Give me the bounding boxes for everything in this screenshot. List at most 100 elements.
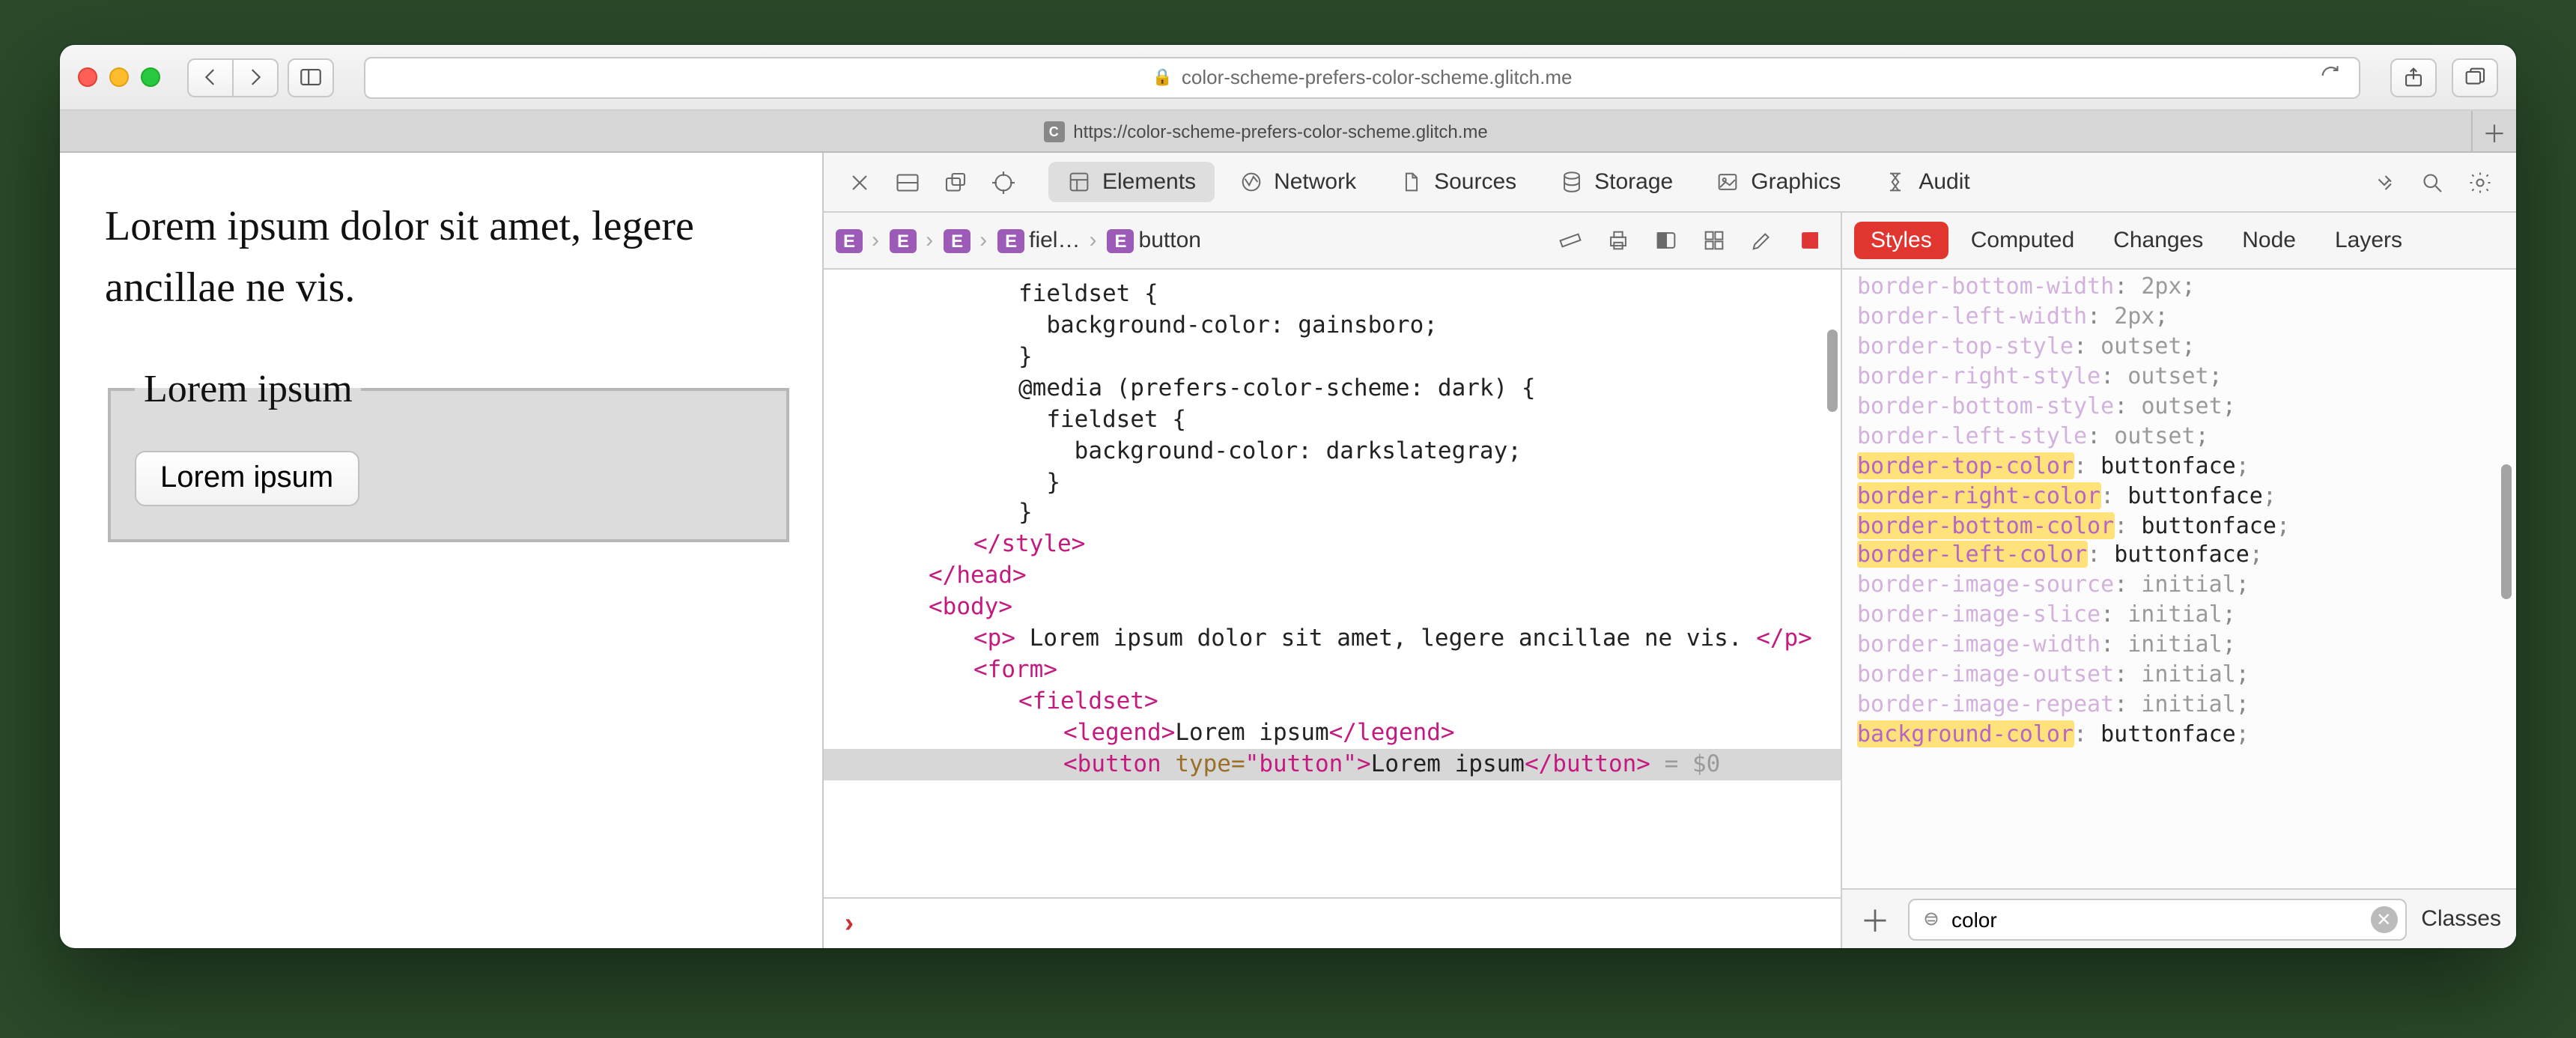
settings-gear-icon[interactable] [2459,161,2501,203]
tab-audit-label: Audit [1919,169,1969,195]
dom-line[interactable]: fieldset { [824,404,1841,435]
dom-tree[interactable]: fieldset { background-color: gainsboro; … [824,270,1841,897]
compositing-icon[interactable] [1790,221,1829,260]
filter-icon [1920,907,1942,937]
dom-line[interactable]: } [824,498,1841,529]
print-styles-icon[interactable] [1598,221,1637,260]
dom-line[interactable]: background-color: gainsboro; [824,310,1841,342]
style-declaration[interactable]: border-image-outset: initial; [1857,661,2501,691]
dom-line[interactable]: } [824,467,1841,498]
dom-line[interactable]: <p> Lorem ipsum dolor sit amet, legere a… [824,623,1841,655]
paint-icon[interactable] [1742,221,1781,260]
back-button[interactable] [187,58,232,97]
styles-filter-input[interactable] [1908,898,2406,940]
style-declaration[interactable]: border-right-style: outset; [1857,362,2501,392]
tab-network[interactable]: Network [1220,162,1374,202]
tab-elements[interactable]: Elements [1048,162,1214,202]
share-button[interactable] [2390,58,2437,97]
window-titlebar: 🔒 color-scheme-prefers-color-scheme.glit… [60,45,2516,111]
tab-title: https://color-scheme-prefers-color-schem… [1073,121,1488,142]
rp-tab-layers[interactable]: Layers [2318,222,2419,259]
page-fieldset: Lorem ipsum Lorem ipsum [108,361,789,541]
traffic-lights [78,67,160,87]
target-icon[interactable] [982,161,1024,203]
rp-tab-computed[interactable]: Computed [1954,222,2091,259]
crumb[interactable]: Efiel…› [997,228,1101,253]
style-declaration[interactable]: border-image-source: initial; [1857,571,2501,601]
dom-line[interactable]: } [824,342,1841,373]
scrollbar[interactable] [2501,464,2512,599]
forward-button[interactable] [232,58,279,97]
close-devtools-icon[interactable] [839,161,881,203]
scrollbar[interactable] [1827,330,1838,412]
dom-line[interactable]: <body> [824,592,1841,623]
dom-line[interactable]: <form> [824,655,1841,686]
element-crumbbar: E› E› E› Efiel…› Ebutton [824,213,1841,270]
style-declaration[interactable]: border-image-width: initial; [1857,631,2501,661]
page-paragraph: Lorem ipsum dolor sit amet, legere ancil… [105,198,792,319]
overflow-icon[interactable] [2363,161,2405,203]
force-dark-icon[interactable] [1646,221,1685,260]
dock-popout-icon[interactable] [935,161,976,203]
dom-line[interactable]: <legend>Lorem ipsum</legend> [824,717,1841,749]
search-icon[interactable] [2411,161,2453,203]
rp-tab-styles[interactable]: Styles [1854,222,1948,259]
dom-line[interactable]: fieldset { [824,279,1841,310]
style-declaration[interactable]: border-top-style: outset; [1857,333,2501,362]
page-button[interactable]: Lorem ipsum [135,451,359,506]
dom-line-selected[interactable]: <button type="button">Lorem ipsum</butto… [824,749,1841,780]
style-declaration[interactable]: border-top-color: buttonface; [1857,452,2501,482]
style-declaration[interactable]: border-left-color: buttonface; [1857,541,2501,571]
new-tab-button[interactable]: ＋ [2471,111,2516,151]
style-declaration[interactable]: border-image-repeat: initial; [1857,691,2501,720]
tab-strip: C https://color-scheme-prefers-color-sch… [60,111,2516,153]
dom-line[interactable]: <fieldset> [824,686,1841,717]
console-prompt[interactable]: › [824,897,1841,948]
style-declaration[interactable]: border-left-width: 2px; [1857,303,2501,333]
tab-elements-label: Elements [1102,169,1196,195]
style-declaration[interactable]: border-left-style: outset; [1857,422,2501,452]
tabs-overview-button[interactable] [2452,58,2498,97]
tab-sources[interactable]: Sources [1380,162,1534,202]
crumb[interactable]: E› [836,228,884,253]
styles-filter-bar: ＋ ✕ Classes [1842,888,2516,948]
ruler-icon[interactable] [1550,221,1589,260]
styles-list[interactable]: border-bottom-width: 2px;border-left-wid… [1842,270,2516,888]
crumb[interactable]: E› [890,228,938,253]
clear-filter-button[interactable]: ✕ [2370,905,2397,932]
reload-button[interactable] [2318,62,2344,92]
style-declaration[interactable]: background-color: buttonface; [1857,720,2501,750]
close-window-button[interactable] [78,67,97,87]
sidebar-toggle-button[interactable] [288,58,334,97]
style-declaration[interactable]: border-bottom-width: 2px; [1857,273,2501,303]
address-text: color-scheme-prefers-color-scheme.glitch… [1182,66,1573,88]
address-bar[interactable]: 🔒 color-scheme-prefers-color-scheme.glit… [364,56,2360,98]
style-declaration[interactable]: border-bottom-color: buttonface; [1857,512,2501,541]
dom-line[interactable]: </style> [824,529,1841,561]
rp-tab-changes[interactable]: Changes [2097,222,2220,259]
crumb[interactable]: Ebutton [1108,228,1201,253]
style-declaration[interactable]: border-right-color: buttonface; [1857,482,2501,512]
new-rule-button[interactable]: ＋ [1857,901,1893,937]
devtools-tabbar: Elements Network Sources Storage Graphic… [824,153,2516,213]
dom-line[interactable]: background-color: darkslategray; [824,435,1841,467]
dom-line[interactable]: </head> [824,561,1841,592]
style-declaration[interactable]: border-bottom-style: outset; [1857,392,2501,422]
rendered-page: Lorem ipsum dolor sit amet, legere ancil… [60,153,824,948]
minimize-window-button[interactable] [109,67,129,87]
tab-graphics[interactable]: Graphics [1697,162,1859,202]
grid-icon[interactable] [1694,221,1733,260]
favicon-icon: C [1043,121,1064,142]
style-declaration[interactable]: border-image-slice: initial; [1857,601,2501,631]
dock-side-icon[interactable] [887,161,929,203]
crumb[interactable]: E› [944,228,991,253]
dom-line[interactable]: @media (prefers-color-scheme: dark) { [824,373,1841,404]
tab-network-label: Network [1274,169,1356,195]
tab-audit[interactable]: Audit [1865,162,1987,202]
zoom-window-button[interactable] [141,67,160,87]
browser-tab[interactable]: C https://color-scheme-prefers-color-sch… [60,111,2471,151]
page-form: Lorem ipsum Lorem ipsum [105,361,792,541]
classes-toggle[interactable]: Classes [2421,906,2501,932]
tab-storage[interactable]: Storage [1540,162,1691,202]
rp-tab-node[interactable]: Node [2226,222,2312,259]
